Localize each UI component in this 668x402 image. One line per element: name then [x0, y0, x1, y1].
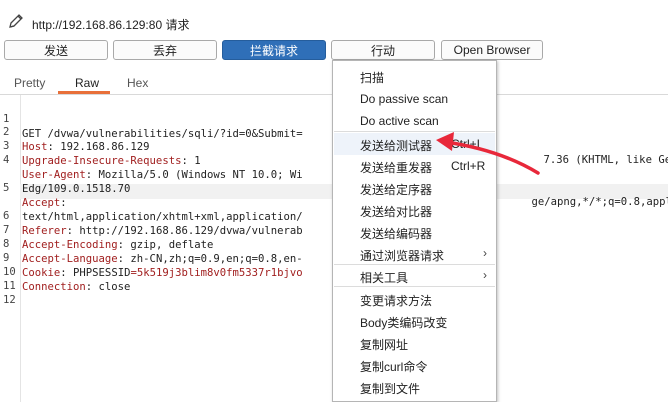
menu-item-request-in-browser[interactable]: 通过浏览器请求: [360, 247, 444, 264]
line-text: Accept-Language: zh-CN,zh;q=0.9,en;q=0.8…: [22, 252, 303, 267]
header-key: User-Agent: [22, 169, 86, 181]
request-title-bar: http://192.168.86.129:80 请求: [0, 0, 668, 38]
request-url-title: http://192.168.86.129:80 请求: [32, 18, 190, 32]
editor-line: 10 Connection: close: [0, 250, 130, 293]
editor-line: 2 Host: 192.168.86.129: [0, 110, 150, 153]
header-value: : Mozilla/5.0 (Windows NT 10.0; Wi: [85, 169, 303, 181]
line-text: ge/apng,*/*;q=0.8,applic: [531, 196, 668, 208]
line-text: 7.36 (KHTML, like Gecko): [543, 154, 668, 166]
editor-line: 5 Accept:: [0, 166, 67, 209]
tab-raw[interactable]: Raw: [75, 76, 99, 90]
action-context-menu: 扫描 Do passive scan Do active scan 发送给测试器…: [332, 60, 497, 402]
header-key: Host: [22, 141, 48, 153]
menu-item-send-to-decoder[interactable]: 发送给编码器: [360, 225, 432, 242]
line-text: Referer: http://192.168.86.129/dvwa/vuln…: [22, 224, 303, 239]
header-value: : 1: [181, 155, 201, 167]
chevron-right-icon: ›: [483, 246, 487, 260]
toolbar: 发送 丢弃 拦截请求 行动 Open Browser: [0, 38, 668, 62]
menu-item-copy-url[interactable]: 复制网址: [360, 336, 408, 353]
line-text: text/html,application/xhtml+xml,applicat…: [22, 211, 303, 223]
menu-item-send-to-sequencer[interactable]: 发送给定序器: [360, 181, 432, 198]
action-button[interactable]: 行动: [331, 40, 435, 60]
editor-line-overflow: ge/apng,*/*;q=0.8,applic: [506, 180, 668, 208]
line-number: 12: [3, 294, 16, 306]
menu-item-send-to-repeater[interactable]: 发送给重发器: [360, 159, 432, 176]
editor-line: text/html,application/xhtml+xml,applicat…: [0, 180, 303, 223]
header-key: Accept: [22, 197, 61, 209]
menu-separator: [334, 286, 495, 287]
menu-item-active-scan[interactable]: Do active scan: [360, 114, 439, 128]
menu-item-scan[interactable]: 扫描: [360, 69, 384, 86]
menu-item-copy-to-file[interactable]: 复制到文件: [360, 380, 420, 397]
header-value: : zh-CN,zh;q=0.9,en;q=0.8,en-: [117, 253, 303, 265]
drop-button[interactable]: 丢弃: [113, 40, 217, 60]
editor-line: 9 Cookie: PHPSESSID=5k519j3blim8v0fm5337…: [0, 236, 303, 279]
header-value: : gzip, deflate: [117, 239, 214, 251]
menu-item-change-request-method[interactable]: 变更请求方法: [360, 292, 432, 309]
menu-item-copy-curl-command[interactable]: 复制curl命令: [360, 358, 427, 375]
header-value: : http://192.168.86.129/dvwa/vulnerab: [66, 225, 303, 237]
editor-line: Edg/109.0.1518.70: [0, 152, 130, 195]
header-value: : close: [85, 281, 131, 293]
header-value: :: [60, 267, 74, 279]
line-text: Connection: close: [22, 280, 130, 295]
line-text: Edg/109.0.1518.70: [22, 183, 131, 195]
open-browser-button[interactable]: Open Browser: [441, 40, 543, 60]
line-text: User-Agent: Mozilla/5.0 (Windows NT 10.0…: [22, 168, 303, 183]
editor-line: 8 Accept-Language: zh-CN,zh;q=0.9,en;q=0…: [0, 222, 303, 265]
header-key: Referer: [22, 225, 67, 237]
line-text: Accept-Encoding: gzip, deflate: [22, 238, 213, 253]
header-key: Accept-Language: [22, 253, 118, 265]
line-text: Accept:: [22, 196, 67, 211]
menu-item-send-to-intruder[interactable]: 发送给测试器: [360, 137, 432, 154]
line-text: Host: 192.168.86.129: [22, 140, 150, 155]
header-key: Accept-Encoding: [22, 239, 118, 251]
header-value: :: [60, 197, 67, 209]
header-value: : 192.168.86.129: [47, 141, 150, 153]
cookie-name: PHPSESSID: [73, 267, 131, 279]
header-key: Upgrade-Insecure-Requests: [22, 155, 182, 167]
header-key: Connection: [22, 281, 86, 293]
intercept-toggle-button[interactable]: 拦截请求: [222, 40, 326, 60]
editor-line: 7 Accept-Encoding: gzip, deflate: [0, 208, 213, 251]
send-button[interactable]: 发送: [4, 40, 108, 60]
tab-hex[interactable]: Hex: [127, 76, 148, 90]
editor-line: 11: [0, 264, 26, 292]
menu-separator: [334, 264, 495, 265]
menu-item-passive-scan[interactable]: Do passive scan: [360, 92, 448, 106]
menu-item-change-body-encoding[interactable]: Body类编码改变: [360, 314, 447, 331]
editor-line: 3 Upgrade-Insecure-Requests: 1: [0, 124, 201, 167]
chevron-right-icon: ›: [483, 268, 487, 282]
header-key: Cookie: [22, 267, 61, 279]
editor-line: 12: [0, 278, 26, 306]
editor-line: 6 Referer: http://192.168.86.129/dvwa/vu…: [0, 194, 303, 237]
menu-item-engagement-tools[interactable]: 相关工具: [360, 269, 408, 286]
pencil-icon[interactable]: [7, 12, 25, 30]
editor-line: 4 User-Agent: Mozilla/5.0 (Windows NT 10…: [0, 138, 303, 181]
tab-pretty[interactable]: Pretty: [14, 76, 45, 90]
cookie-value: =5k519j3blim8v0fm5337r1bjvo: [130, 267, 303, 279]
line-text: Upgrade-Insecure-Requests: 1: [22, 154, 201, 169]
line-text: Cookie: PHPSESSID=5k519j3blim8v0fm5337r1…: [22, 266, 303, 281]
menu-item-send-to-comparer[interactable]: 发送给对比器: [360, 203, 432, 220]
annotation-arrow-icon: [436, 132, 540, 175]
